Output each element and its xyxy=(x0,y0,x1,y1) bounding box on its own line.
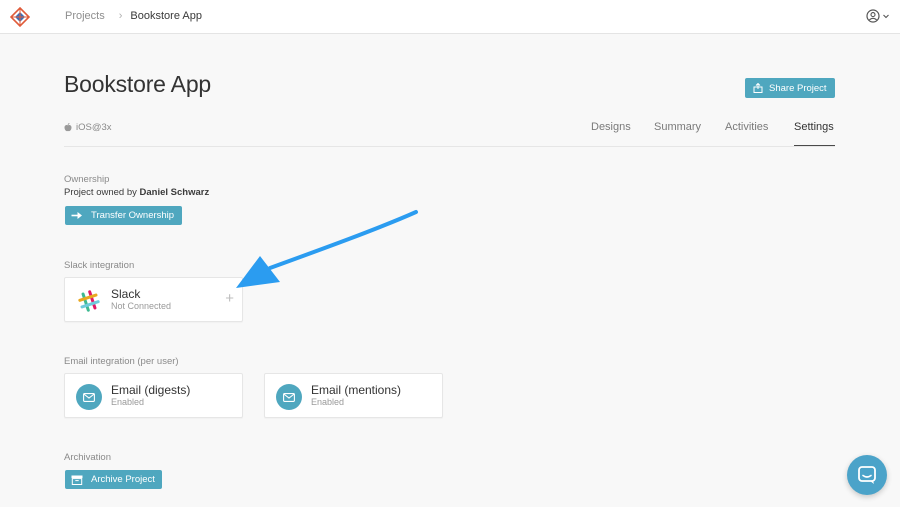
email-digests-card[interactable]: Email (digests) Enabled xyxy=(64,373,243,418)
owner-prefix: Project owned by xyxy=(64,187,137,198)
user-circle-icon xyxy=(866,9,880,23)
slack-status: Not Connected xyxy=(111,301,172,311)
tab-summary[interactable]: Summary xyxy=(654,121,714,133)
mail-icon xyxy=(276,384,302,410)
mail-icon xyxy=(76,384,102,410)
chat-icon xyxy=(858,466,876,484)
annotation-arrow-icon xyxy=(236,210,418,288)
platform-info: iOS@3x xyxy=(64,122,112,133)
email-digests-title: Email (digests) xyxy=(111,383,191,397)
plus-icon[interactable]: + xyxy=(225,290,234,307)
email-mentions-card[interactable]: Email (mentions) Enabled xyxy=(264,373,443,418)
email-digests-status: Enabled xyxy=(111,397,145,407)
header-divider xyxy=(64,146,835,147)
breadcrumb: Projects › Bookstore App xyxy=(65,10,202,22)
breadcrumb-current: Bookstore App xyxy=(130,10,202,22)
archive-project-button[interactable]: Archive Project xyxy=(65,470,162,489)
ownership-section-label: Ownership xyxy=(64,174,110,185)
archivation-section-label: Archivation xyxy=(64,452,111,463)
transfer-ownership-button[interactable]: Transfer Ownership xyxy=(65,206,182,225)
platform-label: iOS@3x xyxy=(76,122,112,133)
logo-diamond-icon[interactable] xyxy=(10,7,30,27)
slack-section-label: Slack integration xyxy=(64,260,135,271)
email-section-label: Email integration (per user) xyxy=(64,356,179,367)
share-icon xyxy=(753,83,763,93)
chevron-right-icon: › xyxy=(118,10,123,22)
breadcrumb-projects-link[interactable]: Projects xyxy=(65,10,105,22)
chevron-down-icon xyxy=(883,14,889,19)
tab-settings[interactable]: Settings xyxy=(794,121,844,133)
owner-line: Project owned by Daniel Schwarz xyxy=(64,187,209,198)
email-mentions-status: Enabled xyxy=(311,397,345,407)
chat-launcher-button[interactable] xyxy=(847,455,887,495)
page-title: Bookstore App xyxy=(64,71,212,97)
email-mentions-title: Email (mentions) xyxy=(311,383,402,397)
owner-name: Daniel Schwarz xyxy=(139,187,210,198)
share-project-label: Share Project xyxy=(769,82,827,94)
slack-icon xyxy=(78,290,100,312)
tab-designs[interactable]: Designs xyxy=(591,121,651,133)
slack-integration-card[interactable]: Slack Not Connected + xyxy=(64,277,243,322)
arrow-right-icon xyxy=(71,212,82,219)
slack-title: Slack xyxy=(111,287,141,301)
archive-project-label: Archive Project xyxy=(91,474,155,485)
user-menu[interactable] xyxy=(866,9,890,23)
top-bar: Projects › Bookstore App xyxy=(0,0,900,34)
tab-activities[interactable]: Activities xyxy=(725,121,785,133)
apple-icon xyxy=(64,123,72,132)
archive-icon xyxy=(71,475,83,485)
share-project-button[interactable]: Share Project xyxy=(745,78,835,98)
transfer-ownership-label: Transfer Ownership xyxy=(91,210,175,221)
